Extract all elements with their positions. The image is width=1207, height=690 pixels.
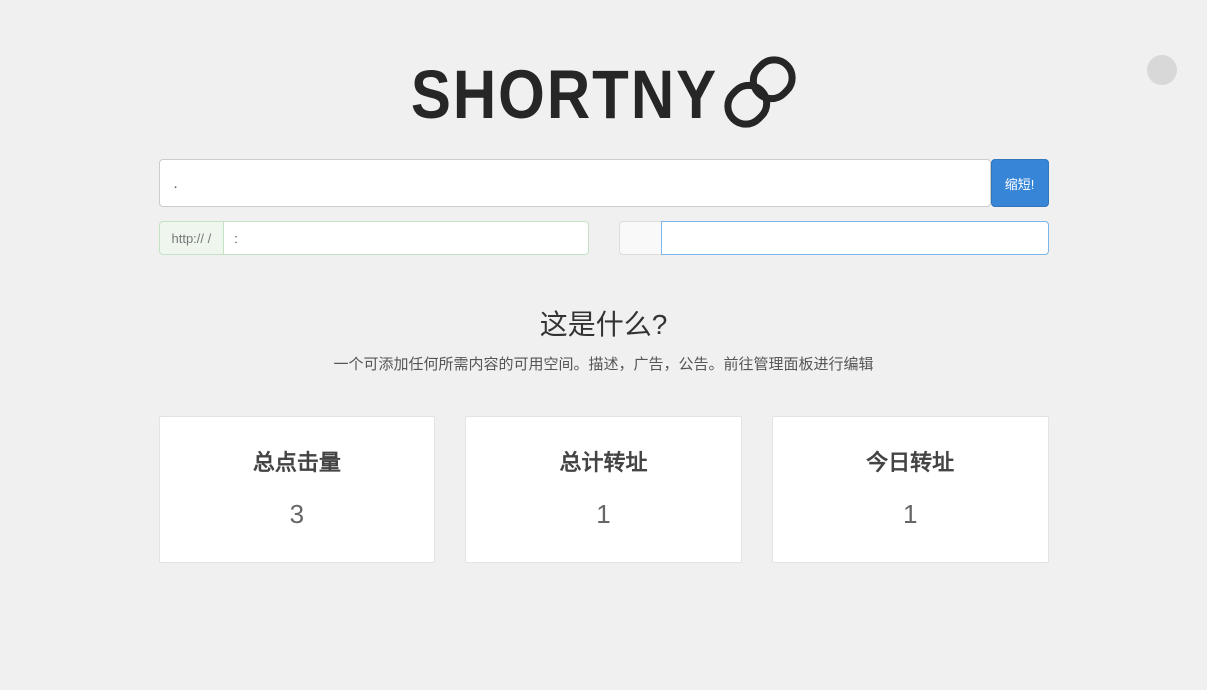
avatar[interactable] [1147, 55, 1177, 85]
right-option-group [619, 221, 1049, 255]
stat-label: 今日转址 [783, 445, 1038, 477]
info-description: 一个可添加任何所需内容的可用空间。描述，广告，公告。前往管理面板进行编辑 [159, 353, 1049, 374]
options-row: http:// / [159, 221, 1049, 255]
stat-card-total-redirects: 总计转址 1 [465, 416, 742, 563]
info-title: 这是什么? [159, 303, 1049, 343]
url-input-row: 缩短! [159, 159, 1049, 207]
main-container: SHORTNY 缩短! http:// / [144, 0, 1064, 563]
stat-value: 1 [476, 499, 731, 530]
stat-card-today-redirects: 今日转址 1 [772, 416, 1049, 563]
stat-label: 总点击量 [170, 445, 425, 477]
custom-url-prefix: http:// / [159, 221, 224, 255]
stat-label: 总计转址 [476, 445, 731, 477]
logo: SHORTNY [411, 48, 796, 141]
right-addon [619, 221, 661, 255]
logo-area: SHORTNY [159, 0, 1049, 159]
link-icon [724, 48, 796, 141]
url-input[interactable] [159, 159, 991, 207]
stats-row: 总点击量 3 总计转址 1 今日转址 1 [159, 416, 1049, 563]
logo-text: SHORTNY [411, 55, 718, 134]
right-option-input[interactable] [661, 221, 1049, 255]
custom-url-group: http:// / [159, 221, 589, 255]
stat-card-total-clicks: 总点击量 3 [159, 416, 436, 563]
stat-value: 1 [783, 499, 1038, 530]
shorten-button[interactable]: 缩短! [991, 159, 1049, 207]
top-controls [1147, 55, 1177, 85]
stat-value: 3 [170, 499, 425, 530]
info-section: 这是什么? 一个可添加任何所需内容的可用空间。描述，广告，公告。前往管理面板进行… [159, 303, 1049, 374]
custom-url-input[interactable] [223, 221, 588, 255]
